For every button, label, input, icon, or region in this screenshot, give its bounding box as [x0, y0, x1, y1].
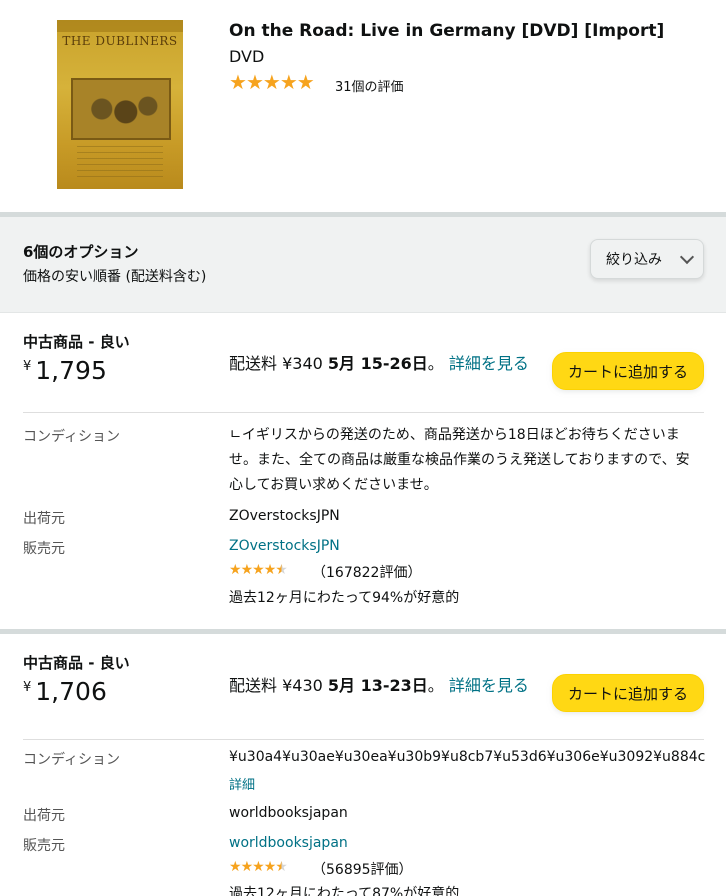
star-full-icon: ★ [263, 562, 277, 578]
offer-shipping: 配送料 ¥340 5月 15-26日。 詳細を見る [229, 354, 529, 373]
star-full-icon: ★ [252, 859, 265, 875]
details-link[interactable]: 詳細を見る [449, 354, 529, 373]
cover-photo [71, 78, 171, 140]
seller-link[interactable]: ZOverstocksJPN [229, 538, 340, 554]
seller-rating-stars[interactable]: ★ ★ ★ ★ ★ [229, 562, 288, 578]
offer-condition: 中古商品 - 良い [23, 333, 130, 351]
sold-by-label: 販売元 [23, 838, 65, 854]
condition-label: コンディション [23, 752, 121, 768]
offer-price: ¥ 1,706 [23, 677, 107, 706]
condition-description: ㄴイギリスからの発送のため、商品発送から18日ほどお待ちくださいませ。また、全て… [229, 427, 690, 493]
product-cover-image[interactable]: THE DUBLINERS [57, 20, 183, 189]
product-rating-stars[interactable]: ★ ★ ★ ★ ★ [229, 70, 315, 94]
details-link[interactable]: 詳細を見る [449, 676, 529, 695]
seller-rating-stars[interactable]: ★ ★ ★ ★ ★ [229, 859, 288, 875]
filter-button-label: 絞り込み [606, 252, 662, 268]
product-header: THE DUBLINERS On the Road: Live in Germa… [0, 0, 726, 212]
condition-label: コンディション [23, 429, 121, 445]
options-sort-note: 価格の安い順番 (配送料含む) [23, 269, 207, 285]
sold-by-label: 販売元 [23, 541, 65, 557]
offer-condition: 中古商品 - 良い [23, 654, 130, 672]
ships-from-value: worldbooksjapan [229, 805, 348, 821]
offer-shipping: 配送料 ¥430 5月 13-23日。 詳細を見る [229, 676, 529, 695]
star-full-icon: ★ [296, 70, 315, 94]
price-value: 1,706 [35, 677, 107, 706]
condition-more-link[interactable]: 詳細 [229, 774, 255, 793]
star-full-icon: ★ [229, 70, 247, 94]
star-full-icon: ★ [252, 562, 265, 578]
star-full-icon: ★ [240, 562, 254, 578]
add-to-cart-button[interactable]: カートに追加する [552, 674, 704, 712]
ships-from-label: 出荷元 [23, 808, 65, 824]
star-half-icon: ★ [275, 859, 288, 875]
divider [23, 412, 704, 413]
star-full-icon: ★ [229, 859, 242, 875]
star-full-icon: ★ [245, 70, 264, 94]
currency-symbol: ¥ [23, 680, 32, 695]
add-to-cart-button[interactable]: カートに追加する [552, 352, 704, 390]
product-rating-count[interactable]: 31個の評価 [335, 76, 404, 95]
ships-from-label: 出荷元 [23, 511, 65, 527]
star-half-icon: ★ [275, 562, 288, 578]
star-full-icon: ★ [262, 70, 281, 94]
star-full-icon: ★ [279, 70, 298, 94]
ships-from-value: ZOverstocksJPN [229, 508, 340, 524]
seller-positive-rate: 過去12ヶ月にわたって94%が好意的 [229, 590, 460, 606]
price-value: 1,795 [35, 356, 107, 385]
offer-price: ¥ 1,795 [23, 356, 107, 385]
delivery-date: 5月 13-23日 [327, 676, 428, 695]
options-bar: 6個のオプション 価格の安い順番 (配送料含む) 絞り込み [0, 217, 726, 313]
seller-rating-count: （56895評価） [312, 862, 413, 878]
chevron-down-icon [679, 249, 695, 265]
cover-logo-text: THE DUBLINERS [62, 34, 178, 48]
filter-button[interactable]: 絞り込み [590, 239, 704, 279]
offer-card: 中古商品 - 良い ¥ 1,795 配送料 ¥340 5月 15-26日。 詳細… [0, 313, 726, 629]
seller-rating-count: （167822評価） [312, 565, 422, 581]
seller-link[interactable]: worldbooksjapan [229, 835, 348, 851]
options-count: 6個のオプション [23, 243, 139, 261]
star-full-icon: ★ [263, 859, 277, 875]
offer-card: 中古商品 - 良い ¥ 1,706 配送料 ¥430 5月 13-23日。 詳細… [0, 634, 726, 896]
product-title[interactable]: On the Road: Live in Germany [DVD] [Impo… [229, 21, 664, 41]
delivery-date: 5月 15-26日 [327, 354, 428, 373]
star-full-icon: ★ [240, 859, 254, 875]
seller-positive-rate: 過去12ヶ月にわたって87%が好意的 [229, 886, 460, 896]
divider [23, 739, 704, 740]
product-format: DVD [229, 47, 265, 66]
condition-description: ¥u30a4¥u30ae¥u30ea¥u30b9¥u8cb7¥u53d6¥u30… [229, 749, 706, 765]
star-full-icon: ★ [229, 562, 242, 578]
currency-symbol: ¥ [23, 359, 32, 374]
cover-tracklist [77, 146, 163, 180]
